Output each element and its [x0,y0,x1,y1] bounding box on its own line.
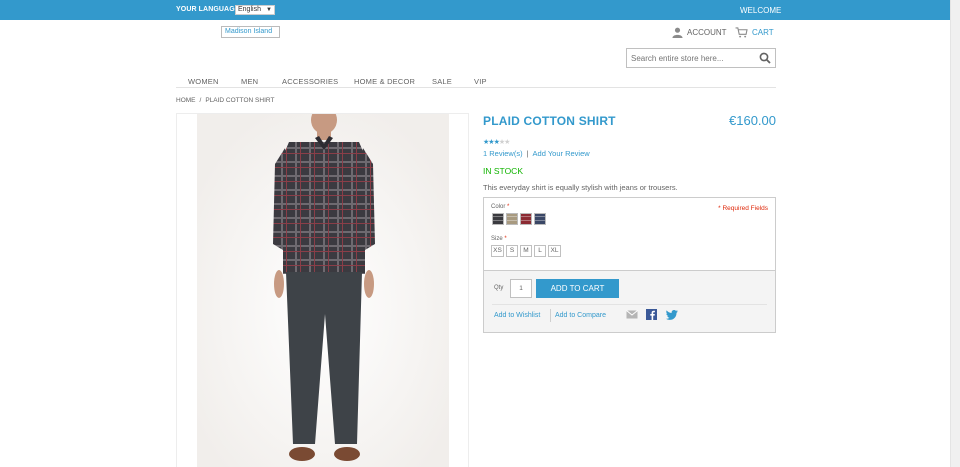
store-logo[interactable]: Madison Island [221,26,280,38]
size-option-s[interactable]: S [506,245,518,257]
rating-stars: ★★★★★ [483,138,510,146]
size-option-xs[interactable]: XS [491,245,504,257]
color-swatch[interactable] [492,213,504,225]
user-icon [672,27,683,38]
cart-link[interactable]: CART [735,26,774,38]
cart-icon [735,26,748,38]
cart-label: CART [752,27,774,37]
color-swatch[interactable] [534,213,546,225]
color-label: Color * [491,204,510,210]
color-swatch[interactable] [506,213,518,225]
email-icon[interactable] [626,310,638,319]
options-area: Color * * Required Fields Size * XS S M … [484,198,775,270]
star-empty-icon: ★ [504,139,510,146]
qty-label: Qty [494,285,504,291]
product-description: This everyday shirt is equally stylish w… [483,183,678,192]
nav-item-sale[interactable]: SALE [432,77,452,86]
language-select[interactable]: English ▼ [235,5,275,15]
add-to-cart-button[interactable]: ADD TO CART [536,279,619,298]
add-to-compare-link[interactable]: Add to Compare [555,312,606,319]
twitter-icon[interactable] [666,310,678,320]
search-icon[interactable] [759,52,771,64]
main-nav: WOMEN MEN ACCESSORIES HOME & DECOR SALE … [176,72,776,88]
top-bar: YOUR LANGUAGE English ▼ WELCOME [0,0,950,20]
product-name: PLAID COTTON SHIRT [483,114,616,128]
nav-item-men[interactable]: MEN [241,77,258,86]
size-option-m[interactable]: M [520,245,532,257]
required-fields-note: * Required Fields [718,205,768,212]
nav-item-accessories[interactable]: ACCESSORIES [282,77,338,86]
search-box [626,48,776,68]
nav-item-home-decor[interactable]: HOME & DECOR [354,77,415,86]
account-label: ACCOUNT [687,27,727,37]
size-option-xl[interactable]: XL [548,245,561,257]
breadcrumb: HOME / PLAID COTTON SHIRT [176,97,274,104]
divider [492,304,767,305]
breadcrumb-home[interactable]: HOME [176,97,196,104]
reviews-link[interactable]: 1 Review(s) [483,149,523,158]
breadcrumb-current: PLAID COTTON SHIRT [205,97,275,104]
product-options-box: Color * * Required Fields Size * XS S M … [483,197,776,333]
reviews-row: 1 Review(s) | Add Your Review [483,149,590,158]
page-scrollbar[interactable] [950,0,960,467]
logo-alt-text: Madison Island [225,28,273,35]
account-link[interactable]: ACCOUNT [672,26,727,38]
add-to-cart-area: Qty 1 ADD TO CART Add to Wishlist Add to… [484,270,775,332]
nav-item-women[interactable]: WOMEN [188,77,219,86]
reviews-separator: | [526,149,529,158]
welcome-text: WELCOME [740,6,782,15]
add-review-link[interactable]: Add Your Review [533,149,590,158]
chevron-down-icon: ▼ [266,7,272,13]
facebook-icon[interactable] [646,309,657,320]
language-value: English [238,6,261,13]
product-photo [197,114,449,467]
size-label: Size * [491,236,507,242]
product-image[interactable] [176,113,469,467]
search-input[interactable] [627,49,755,67]
link-separator [550,309,551,322]
add-to-wishlist-link[interactable]: Add to Wishlist [494,312,540,319]
nav-item-vip[interactable]: VIP [474,77,487,86]
product-price: €160.00 [729,113,776,128]
language-label: YOUR LANGUAGE [176,6,240,13]
size-option-l[interactable]: L [534,245,546,257]
stock-status: IN STOCK [483,166,523,176]
qty-input[interactable]: 1 [510,279,532,298]
color-swatch[interactable] [520,213,532,225]
breadcrumb-separator: / [199,97,202,104]
